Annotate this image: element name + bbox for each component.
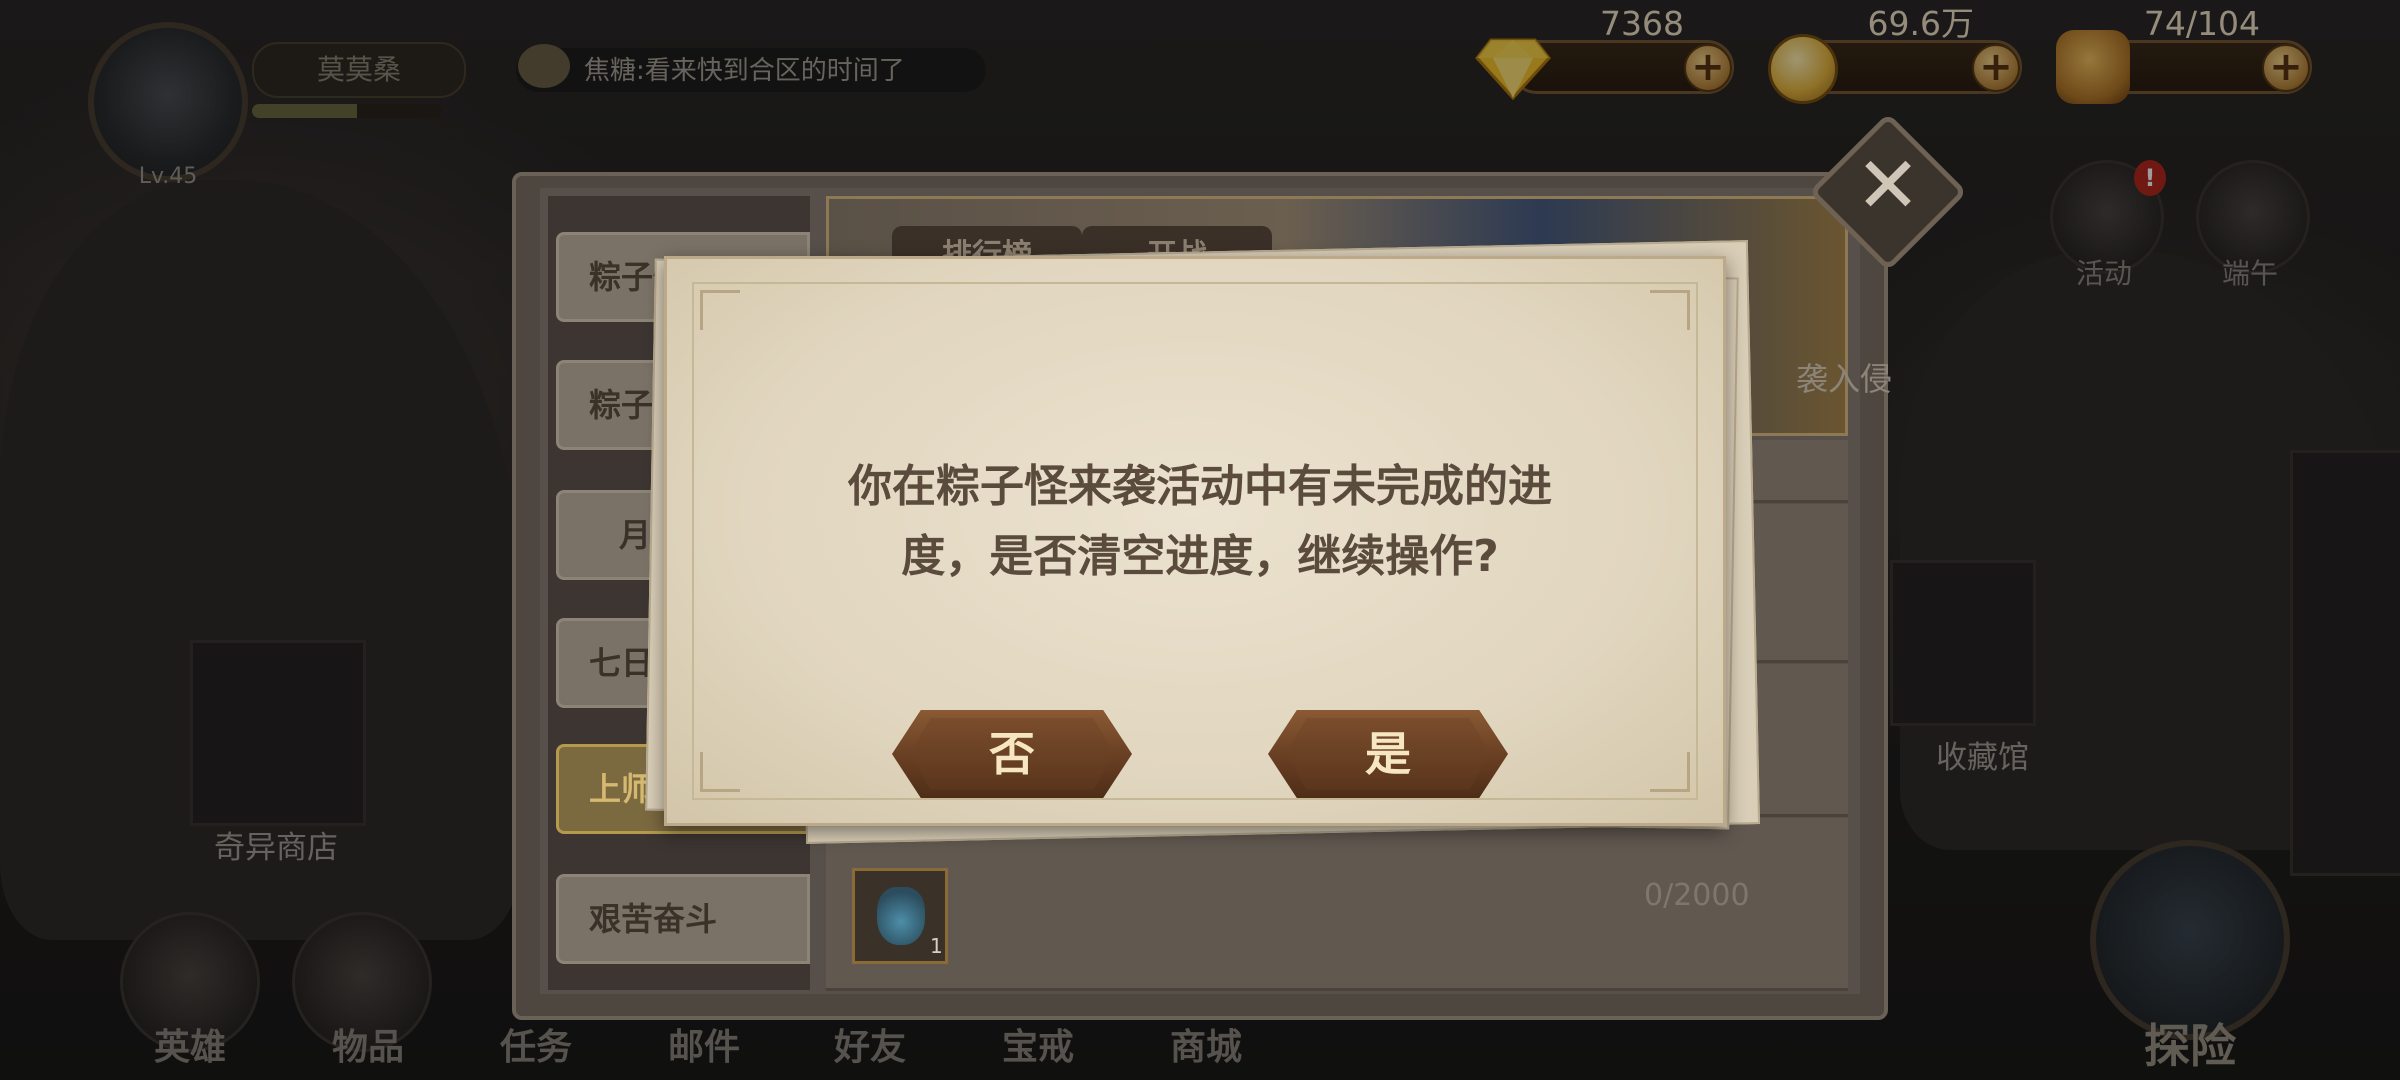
task-progress: 0/2000 [1644, 878, 1750, 913]
no-button[interactable]: 否 [892, 710, 1132, 798]
corner-ornament [700, 290, 740, 330]
banner-caption: 袭入侵 [1796, 360, 1893, 398]
dialog-message-line2: 度，是否清空进度，继续操作? [901, 531, 1499, 582]
no-button-label[interactable]: 否 [892, 710, 1132, 798]
corner-ornament [1650, 752, 1690, 792]
reward-item-count: 1 [930, 934, 943, 958]
corner-ornament [1650, 290, 1690, 330]
corner-ornament [700, 752, 740, 792]
dialog-message-line1: 你在粽子怪来袭活动中有未完成的进 [848, 461, 1552, 512]
close-icon[interactable]: ✕ [1832, 130, 1944, 242]
yes-button-label[interactable]: 是 [1268, 710, 1508, 798]
yes-button[interactable]: 是 [1268, 710, 1508, 798]
activity-tab-6[interactable]: 艰苦奋斗 [556, 874, 810, 964]
dialog-message: 你在粽子怪来袭活动中有未完成的进 度，是否清空进度，继续操作? [760, 452, 1640, 592]
